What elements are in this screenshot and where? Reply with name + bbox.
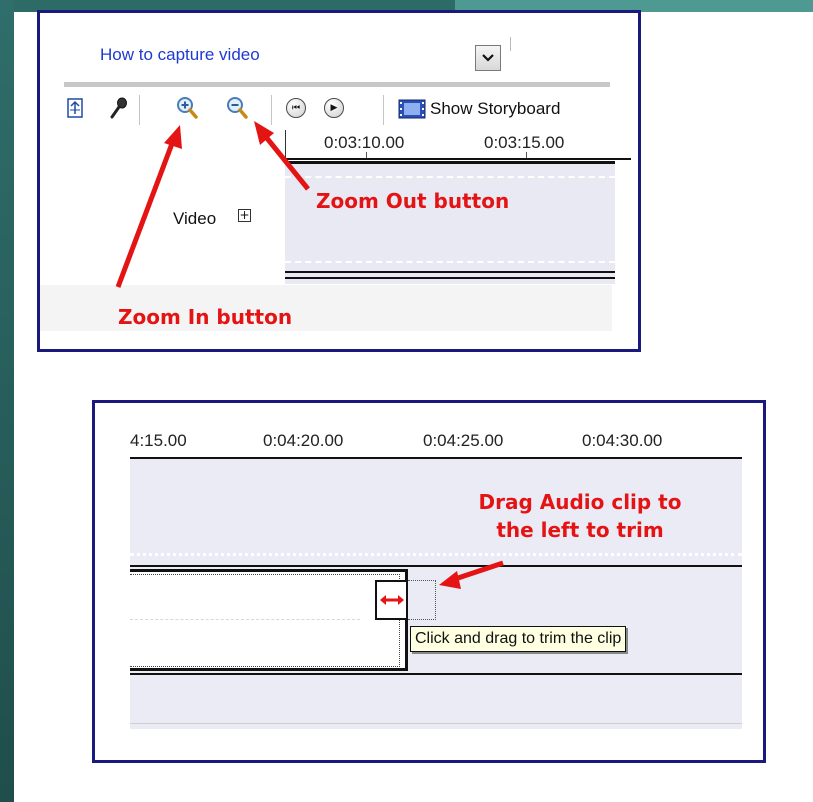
ruler-baseline: [286, 158, 631, 160]
trim-ghost-outline: [408, 580, 436, 620]
video-track[interactable]: [285, 164, 615, 284]
play-button[interactable]: ▶: [323, 96, 345, 120]
ruler-tick-label: 0:03:15.00: [484, 133, 565, 152]
narrate-button[interactable]: [108, 96, 130, 120]
ruler-tick-label: 0:04:25.00: [423, 431, 504, 450]
task-title-link[interactable]: How to capture video: [100, 45, 260, 65]
title-dropdown-button[interactable]: [475, 45, 501, 71]
film-strip-icon: [398, 99, 426, 119]
toolbar-divider: [383, 95, 384, 125]
zoom-out-button[interactable]: [226, 96, 248, 120]
audio-trim-panel: 4:15.00 0:04:20.00 0:04:25.00 0:04:30.00…: [92, 400, 766, 763]
trim-handle[interactable]: [375, 580, 408, 620]
audio-track-top-border: [130, 565, 742, 567]
annotation-line: the left to trim: [496, 518, 664, 542]
ruler-tick-label: 0:04:20.00: [263, 431, 344, 450]
track-dotted-line: [285, 261, 615, 263]
toolbar-divider: [139, 95, 140, 125]
track-dotted-line: [130, 553, 742, 556]
zoom-in-arrowhead: [164, 125, 182, 149]
rewind-icon: ⏮: [286, 98, 306, 118]
ruler-tick-label: 4:15.00: [130, 431, 187, 450]
zoom-in-icon: [177, 97, 198, 119]
timeline-toolbar-panel: How to capture video ⏮ ▶ Show Storyboard…: [37, 10, 641, 352]
resize-horizontal-icon: [379, 595, 404, 605]
timeline-ruler[interactable]: 4:15.00 0:04:20.00 0:04:25.00 0:04:30.00: [130, 429, 742, 459]
zoom-in-arrow: [115, 140, 176, 288]
play-icon: ▶: [324, 98, 344, 118]
trim-tooltip: Click and drag to trim the clip: [410, 626, 627, 652]
toolbar-separator-bar: [64, 82, 610, 87]
audio-waveform: [130, 619, 360, 621]
timeline-ruler[interactable]: 0:03:10.00 0:03:15.00: [285, 130, 631, 160]
show-storyboard-label: Show Storyboard: [430, 99, 561, 118]
rewind-button[interactable]: ⏮: [285, 96, 307, 120]
track-dotted-line: [285, 176, 615, 178]
pane-divider: [510, 37, 511, 51]
track-divider: [130, 723, 742, 724]
zoom-out-annotation: Zoom Out button: [316, 189, 510, 213]
drag-audio-annotation: Drag Audio clip to the left to trim: [445, 488, 715, 544]
microphone-icon: [110, 97, 127, 119]
video-track-label: Video: [173, 209, 217, 228]
zoom-in-button[interactable]: [176, 96, 198, 120]
show-storyboard-button[interactable]: Show Storyboard: [398, 97, 560, 121]
track-top-border: [285, 161, 615, 164]
chevron-down-icon: [482, 54, 494, 62]
zoom-out-icon: [227, 97, 248, 119]
ruler-tick-label: 0:04:30.00: [582, 431, 663, 450]
expand-track-button[interactable]: +: [238, 209, 251, 222]
slide-background-side: [0, 0, 14, 802]
storyboard-toggle-button[interactable]: [64, 96, 86, 120]
zoom-in-annotation: Zoom In button: [118, 305, 293, 329]
ruler-tick-label: 0:03:10.00: [324, 133, 405, 152]
storyboard-toggle-icon: [67, 98, 83, 118]
audio-track-bottom-border: [130, 673, 742, 675]
track-bottom-border: [285, 271, 615, 279]
annotation-line: Drag Audio clip to: [478, 490, 682, 514]
toolbar-divider: [271, 95, 272, 125]
